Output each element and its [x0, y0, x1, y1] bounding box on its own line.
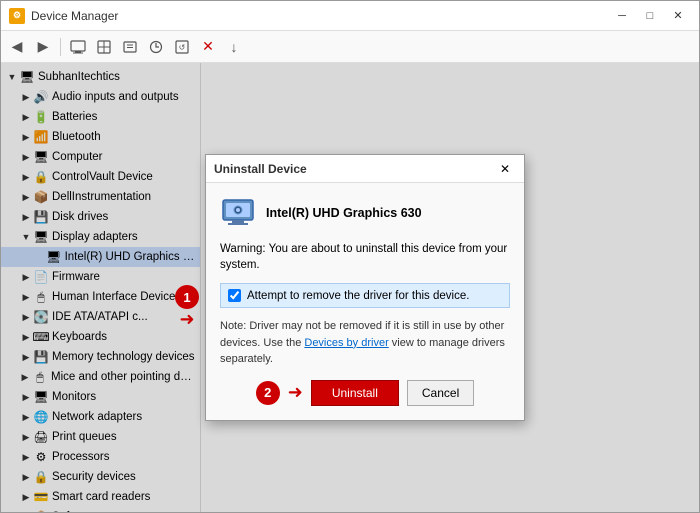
dialog-body: Intel(R) UHD Graphics 630 Warning: You a… [206, 183, 524, 420]
maximize-button[interactable]: □ [637, 6, 663, 26]
dialog-device-row: Intel(R) UHD Graphics 630 [220, 195, 510, 231]
toolbar-separator-1 [60, 38, 61, 56]
toolbar-scan-hw[interactable]: ↓ [222, 35, 246, 59]
app-icon: ⚙ [9, 8, 25, 24]
title-bar: ⚙ Device Manager ─ □ ✕ [1, 1, 699, 31]
close-button[interactable]: ✕ [665, 6, 691, 26]
dialog-title: Uninstall Device [214, 162, 494, 176]
dialog-buttons: Uninstall Cancel [311, 380, 474, 406]
dialog-note: Note: Driver may not be removed if it is… [220, 318, 510, 368]
toolbar-scan[interactable] [92, 35, 116, 59]
dialog-device-name: Intel(R) UHD Graphics 630 [266, 206, 422, 220]
cancel-button[interactable]: Cancel [407, 380, 474, 406]
device-icon-large [220, 195, 256, 231]
step1-arrow: ➜ [179, 309, 194, 330]
uninstall-dialog: Uninstall Device ✕ [205, 154, 525, 421]
checkbox-row: Attempt to remove the driver for this de… [220, 283, 510, 308]
toolbar-forward[interactable]: ▶ [31, 35, 55, 59]
devices-by-driver-link[interactable]: Devices by driver [304, 337, 388, 349]
gpu-device-svg [221, 196, 255, 230]
step2-badge: 2 [256, 381, 280, 405]
dialog-warning: Warning: You are about to uninstall this… [220, 241, 510, 273]
step2-arrow: ➜ [288, 382, 303, 403]
uninstall-button[interactable]: Uninstall [311, 380, 399, 406]
device-manager-window: ⚙ Device Manager ─ □ ✕ ◀ ▶ ↺ ✕ ↓ [0, 0, 700, 513]
checkbox-label[interactable]: Attempt to remove the driver for this de… [247, 290, 469, 302]
minimize-button[interactable]: ─ [609, 6, 635, 26]
remove-driver-checkbox[interactable] [228, 289, 241, 302]
content-area: ▼ 🖥 SubhanItechtics ▶ 🔊 Audio inputs and… [1, 63, 699, 512]
toolbar-properties[interactable] [118, 35, 142, 59]
toolbar-rollback[interactable]: ↺ [170, 35, 194, 59]
toolbar: ◀ ▶ ↺ ✕ ↓ [1, 31, 699, 63]
dialog-titlebar: Uninstall Device ✕ [206, 155, 524, 183]
toolbar-back[interactable]: ◀ [5, 35, 29, 59]
window-title: Device Manager [31, 9, 609, 23]
toolbar-monitor[interactable] [66, 35, 90, 59]
step1-badge: 1 [175, 285, 199, 309]
svg-text:↺: ↺ [179, 43, 186, 52]
toolbar-uninstall[interactable]: ✕ [196, 35, 220, 59]
dialog-close-button[interactable]: ✕ [494, 159, 516, 179]
dialog-overlay: 1 ➜ Uninstall Device ✕ [1, 63, 699, 512]
window-controls: ─ □ ✕ [609, 6, 691, 26]
toolbar-update[interactable] [144, 35, 168, 59]
